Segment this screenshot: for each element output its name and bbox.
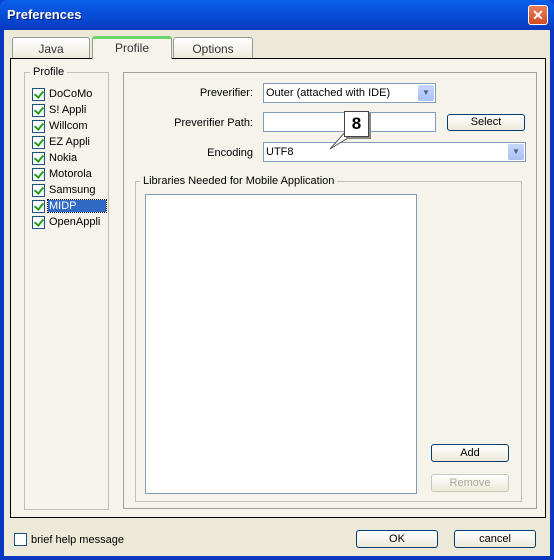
encoding-label: Encoding	[207, 147, 253, 159]
tab-options[interactable]: Options	[173, 37, 253, 59]
profile-item-label: Samsung	[49, 184, 96, 196]
window-title: Preferences	[7, 7, 82, 22]
close-icon[interactable]: ✕	[528, 5, 548, 25]
profile-item-label: Willcom	[49, 120, 88, 132]
libraries-list[interactable]	[145, 194, 417, 494]
checkbox[interactable]	[14, 533, 27, 546]
checkbox[interactable]	[32, 215, 45, 229]
profile-item-motorola[interactable]: Motorola	[32, 166, 93, 182]
profile-item-docomo[interactable]: DoCoMo	[32, 86, 93, 102]
checkbox[interactable]	[32, 167, 45, 181]
encoding-dropdown[interactable]: UTF8 ▼	[263, 142, 526, 162]
checkbox[interactable]	[32, 103, 45, 117]
ok-button[interactable]: OK	[356, 530, 438, 548]
profile-item-nokia[interactable]: Nokia	[32, 150, 78, 166]
libraries-legend: Libraries Needed for Mobile Application	[140, 175, 338, 187]
profile-legend: Profile	[30, 66, 68, 78]
brief-help-checkbox[interactable]: brief help message	[14, 533, 124, 546]
tab-profile[interactable]: Profile	[92, 36, 172, 59]
checkbox[interactable]	[32, 135, 45, 149]
preverifier-dropdown[interactable]: Outer (attached with IDE) ▼	[263, 83, 436, 103]
preverifier-path-label: Preverifier Path:	[174, 117, 253, 129]
checkbox[interactable]	[32, 87, 45, 101]
profile-item-label: DoCoMo	[49, 88, 93, 100]
preverifier-value: Outer (attached with IDE)	[266, 87, 391, 99]
callout-badge: 8	[344, 111, 369, 137]
profile-item-label: EZ Appli	[49, 136, 90, 148]
chevron-down-icon[interactable]: ▼	[508, 144, 524, 160]
tab-java[interactable]: Java	[12, 37, 90, 59]
profile-item-label: S! Appli	[49, 104, 87, 116]
profile-item-s-appli[interactable]: S! Appli	[32, 102, 87, 118]
add-button[interactable]: Add	[431, 444, 509, 462]
profile-item-label: Nokia	[49, 152, 78, 164]
encoding-value: UTF8	[266, 146, 294, 158]
profile-item-label: Motorola	[49, 168, 92, 180]
remove-button[interactable]: Remove	[431, 474, 509, 492]
cancel-button[interactable]: cancel	[454, 530, 536, 548]
profile-item-label: OpenAppli	[49, 216, 101, 228]
preverifier-label: Preverifier:	[199, 87, 253, 99]
profile-item-midp[interactable]: MIDP	[32, 198, 107, 214]
profile-item-label: MIDP	[47, 199, 107, 213]
profile-item-willcom[interactable]: Willcom	[32, 118, 89, 134]
select-button[interactable]: Select	[447, 114, 525, 131]
chevron-down-icon[interactable]: ▼	[418, 85, 434, 101]
brief-help-label: brief help message	[31, 533, 124, 546]
checkbox[interactable]	[32, 151, 45, 165]
profile-item-ez-appli[interactable]: EZ Appli	[32, 134, 91, 150]
profile-item-openappli[interactable]: OpenAppli	[32, 214, 101, 230]
profile-item-samsung[interactable]: Samsung	[32, 182, 96, 198]
checkbox[interactable]	[32, 199, 45, 213]
checkbox[interactable]	[32, 119, 45, 133]
checkbox[interactable]	[32, 183, 45, 197]
